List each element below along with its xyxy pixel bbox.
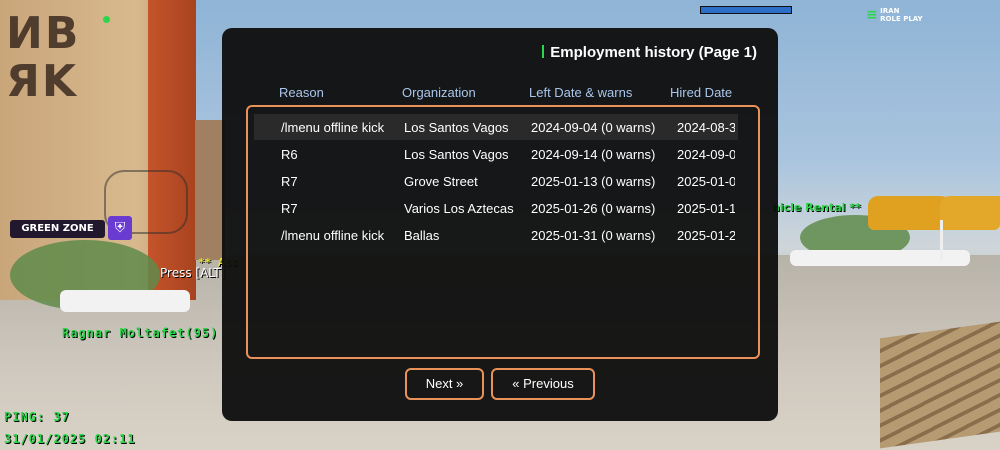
title-accent-bar (542, 45, 545, 58)
cell-hired-date: 2025-01-2 (677, 228, 735, 243)
column-header-hired-date: Hired Date (670, 85, 733, 100)
building-side (148, 0, 196, 300)
cell-reason: /lmenu offline kick (281, 228, 385, 243)
employment-list[interactable]: /lmenu offline kick Los Santos Vagos 202… (246, 105, 760, 359)
cell-organization: Los Santos Vagos (404, 120, 509, 135)
cell-left-date: 2025-01-31 (0 warns) (531, 228, 656, 243)
building-graffiti-letters: ИB ЯK (6, 8, 81, 107)
cell-reason: R7 (281, 174, 298, 189)
press-hint: Press [ALT] (160, 266, 226, 280)
cell-reason: R7 (281, 201, 298, 216)
list-row[interactable]: R6 Los Santos Vagos 2024-09-14 (0 warns)… (254, 141, 738, 167)
pole (940, 220, 943, 260)
cell-hired-date: 2025-01-0 (677, 174, 735, 189)
datetime-readout: 31/01/2025 02:11 (4, 432, 136, 446)
taxi-car (940, 196, 1000, 230)
table-header: Reason Organization Left Date & warns Hi… (279, 85, 759, 101)
dialog-title-text: Employment history (Page 1) (550, 44, 757, 61)
cell-organization: Grove Street (404, 174, 478, 189)
health-bar (700, 6, 792, 14)
background-building (195, 120, 225, 260)
cell-reason: R6 (281, 147, 298, 162)
player-name: Ragnar Moltafet(95) (62, 326, 219, 340)
cell-left-date: 2025-01-26 (0 warns) (531, 201, 656, 216)
column-header-left-date: Left Date & warns (529, 85, 633, 100)
cell-left-date: 2024-09-14 (0 warns) (531, 147, 656, 162)
shield-icon: ⛨ (108, 216, 132, 240)
dialog-title: Employment history (Page 1) (542, 44, 757, 61)
ping-readout: PING: 37 (4, 410, 70, 424)
cell-organization: Ballas (404, 228, 440, 243)
cell-organization: Varios Los Aztecas (404, 201, 514, 216)
cell-hired-date: 2024-08-3 (677, 120, 735, 135)
column-header-organization: Organization (402, 85, 476, 100)
snow-patch (790, 250, 970, 266)
green-zone-badge: GREEN ZONE (10, 220, 105, 238)
list-row[interactable]: /lmenu offline kick Ballas 2025-01-31 (0… (254, 222, 738, 248)
next-button[interactable]: Next » (405, 368, 484, 400)
list-row[interactable]: R7 Varios Los Aztecas 2025-01-26 (0 warn… (254, 195, 738, 221)
radar-dot (103, 16, 110, 23)
logo-line2: ROLE PLAY (880, 15, 923, 23)
cell-reason: /lmenu offline kick (281, 120, 385, 135)
logo-icon: ≡ (866, 7, 878, 23)
server-logo: ≡ IRAN ROLE PLAY (866, 7, 923, 23)
snow-patch (60, 290, 190, 312)
vehicle-rental-label: hicle Rental ** (772, 201, 861, 214)
list-row[interactable]: R7 Grove Street 2025-01-13 (0 warns) 202… (254, 168, 738, 194)
bench (880, 321, 1000, 449)
cell-left-date: 2025-01-13 (0 warns) (531, 174, 656, 189)
previous-button[interactable]: « Previous (491, 368, 595, 400)
column-header-reason: Reason (279, 85, 324, 100)
logo-line1: IRAN (880, 7, 900, 15)
cell-hired-date: 2025-01-1 (677, 201, 735, 216)
employment-history-dialog: Employment history (Page 1) Reason Organ… (222, 28, 778, 421)
list-row[interactable]: /lmenu offline kick Los Santos Vagos 202… (254, 114, 738, 140)
cell-left-date: 2024-09-04 (0 warns) (531, 120, 656, 135)
cell-organization: Los Santos Vagos (404, 147, 509, 162)
cell-hired-date: 2024-09-0 (677, 147, 735, 162)
